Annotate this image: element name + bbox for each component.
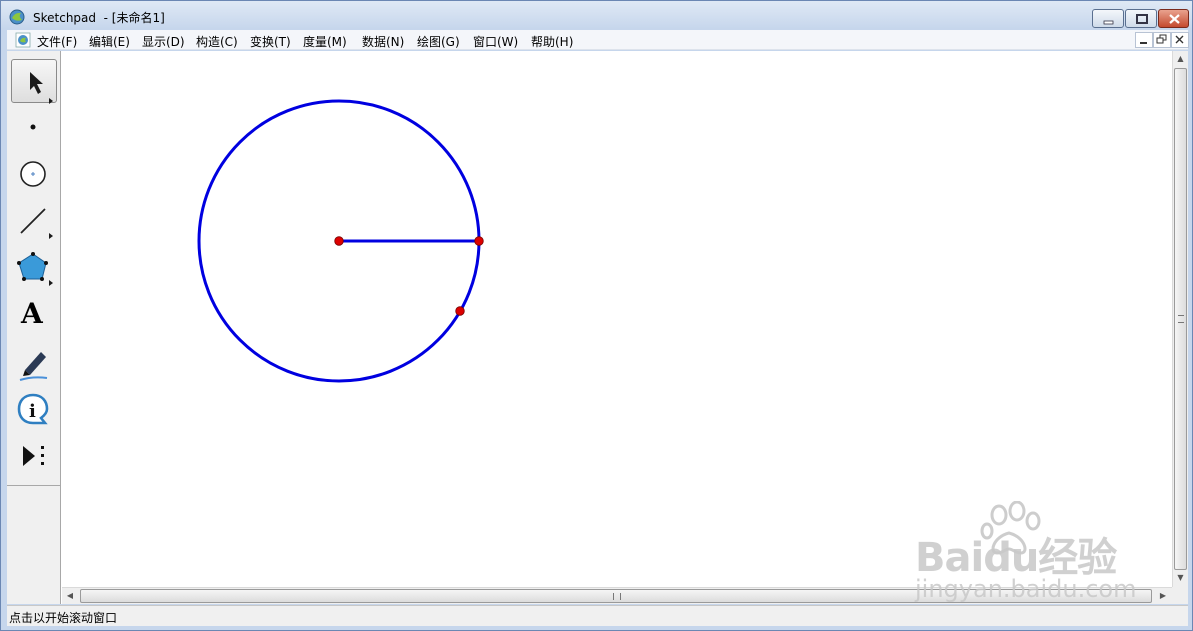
menu-graph[interactable]: 绘图(G) xyxy=(417,33,460,50)
menu-measure[interactable]: 度量(M) xyxy=(303,33,347,50)
close-icon xyxy=(1175,35,1184,44)
restore-icon xyxy=(1136,14,1148,24)
vertical-scrollbar[interactable]: ▲ ▼ xyxy=(1172,51,1188,587)
info-letter: i xyxy=(29,401,36,422)
mdi-restore-button[interactable] xyxy=(1153,32,1171,48)
document-icon[interactable] xyxy=(15,32,31,48)
toolbox-divider xyxy=(7,485,61,486)
menu-construct[interactable]: 构造(C) xyxy=(196,33,238,50)
text-tool[interactable]: A xyxy=(11,293,57,337)
menu-bar: 文件(F) 编辑(E) 显示(D) 构造(C) 变换(T) 度量(M) 数据(N… xyxy=(7,30,1189,50)
sketchpad-app-icon xyxy=(9,9,25,25)
menu-display[interactable]: 显示(D) xyxy=(142,33,185,50)
straightedge-tool[interactable] xyxy=(11,199,57,243)
scroll-left-arrow-icon[interactable]: ◀ xyxy=(62,588,78,604)
restore-button[interactable] xyxy=(1125,9,1157,28)
polygon-tool[interactable] xyxy=(11,246,57,290)
application-window: Sketchpad - [未命名1] 文件(F) 编辑(E) 显示(D) 构造(… xyxy=(0,0,1193,631)
mdi-close-button[interactable] xyxy=(1171,32,1189,48)
point-on-circle[interactable] xyxy=(455,306,465,316)
menu-transform[interactable]: 变换(T) xyxy=(250,33,291,50)
play-custom-icon xyxy=(23,446,44,466)
radius-point[interactable] xyxy=(474,236,484,246)
minimize-icon xyxy=(1103,20,1114,25)
menu-help[interactable]: 帮助(H) xyxy=(531,33,573,50)
arrow-icon xyxy=(30,72,53,104)
center-point[interactable] xyxy=(334,236,344,246)
selection-arrow-tool[interactable] xyxy=(11,59,57,104)
info-icon: i xyxy=(17,393,49,425)
point-tool[interactable] xyxy=(11,105,57,149)
title-bar[interactable]: Sketchpad - [未命名1] xyxy=(1,1,1192,31)
grip-icon xyxy=(1178,315,1184,323)
scrollbar-corner xyxy=(1172,587,1188,604)
watermark-url: jingyan.baidu.com xyxy=(915,575,1137,603)
scroll-down-arrow-icon[interactable]: ▼ xyxy=(1173,570,1188,586)
menu-data[interactable]: 数据(N) xyxy=(362,33,404,50)
window-title: Sketchpad - [未命名1] xyxy=(33,11,165,25)
vertical-scroll-thumb[interactable] xyxy=(1174,68,1187,570)
circle-icon xyxy=(20,161,46,187)
scroll-up-arrow-icon[interactable]: ▲ xyxy=(1173,51,1188,67)
close-button[interactable] xyxy=(1158,9,1189,28)
baidu-watermark: Baidu经验 jingyan.baidu.com xyxy=(913,501,1137,611)
minimize-icon xyxy=(1140,42,1147,44)
scroll-right-arrow-icon[interactable]: ▶ xyxy=(1155,588,1171,604)
marker-pen-icon xyxy=(19,352,48,381)
line-segment-icon xyxy=(20,208,53,239)
custom-tool[interactable] xyxy=(11,434,57,478)
mdi-minimize-button[interactable] xyxy=(1135,32,1153,48)
point-icon xyxy=(30,124,36,130)
pentagon-icon xyxy=(17,252,53,286)
letter-a-icon: A xyxy=(21,297,43,330)
close-icon xyxy=(1169,14,1180,24)
marker-tool[interactable] xyxy=(11,340,57,384)
compass-tool[interactable] xyxy=(11,152,57,196)
information-tool[interactable]: i xyxy=(11,387,57,431)
menu-window[interactable]: 窗口(W) xyxy=(473,33,518,50)
restore-icon xyxy=(1156,34,1167,44)
minimize-button[interactable] xyxy=(1092,9,1124,28)
grip-icon xyxy=(613,593,621,600)
status-text: 点击以开始滚动窗口 xyxy=(9,611,118,625)
menu-edit[interactable]: 编辑(E) xyxy=(89,33,130,50)
toolbox: A i xyxy=(7,51,61,604)
menu-file[interactable]: 文件(F) xyxy=(37,33,77,50)
